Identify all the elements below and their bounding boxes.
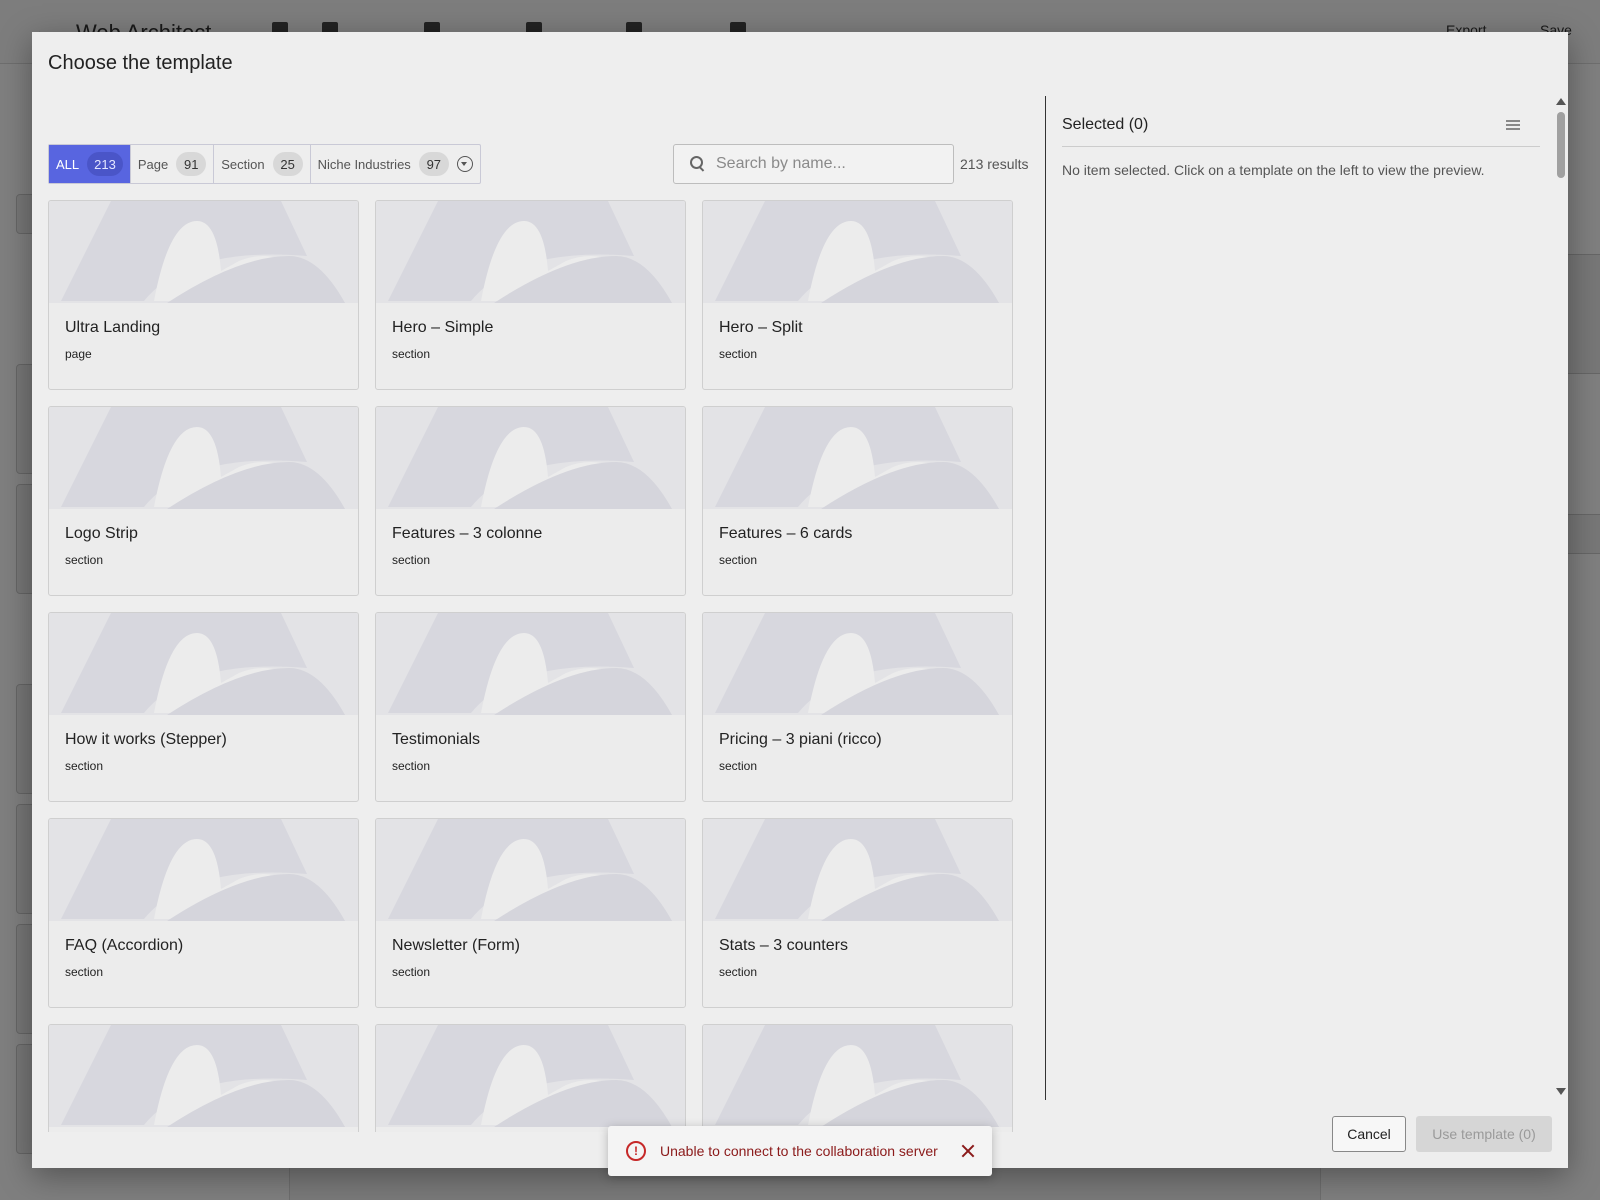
template-name: Hero – Simple [392, 319, 494, 336]
template-placeholder-image [376, 1025, 685, 1127]
template-type: section [65, 965, 104, 979]
template-name: Features – 3 colonne [392, 525, 543, 542]
template-card[interactable]: Hero – Simple section [375, 200, 686, 390]
use-template-button[interactable]: Use template (0) [1416, 1116, 1552, 1152]
template-placeholder-image [703, 819, 1012, 921]
results-count: 213 results [960, 156, 1029, 172]
template-card[interactable]: Logo Strip section [48, 406, 359, 596]
scroll-down-arrow-icon[interactable] [1556, 1088, 1566, 1095]
search-icon [690, 156, 706, 172]
template-placeholder-image [49, 201, 358, 303]
error-toast: ! Unable to connect to the collaboration… [608, 1126, 992, 1176]
template-name: Ultra Landing [65, 319, 161, 336]
template-type: section [392, 553, 431, 567]
filter-tab-niche-industries[interactable]: Niche Industries 97 [311, 145, 480, 183]
filter-count-badge: 25 [272, 152, 303, 176]
template-placeholder-image [703, 1025, 1012, 1127]
template-name: How it works (Stepper) [65, 731, 227, 748]
template-placeholder-image [49, 1025, 358, 1127]
template-card[interactable]: Pricing – 3 piani (ricco) section [702, 612, 1013, 802]
template-card[interactable]: Newsletter (Form) section [375, 818, 686, 1008]
template-placeholder-image [703, 201, 1012, 303]
close-icon[interactable] [958, 1141, 978, 1161]
selected-divider [1062, 146, 1540, 147]
template-card[interactable] [48, 1024, 359, 1132]
template-type: section [65, 553, 104, 567]
template-type: section [65, 759, 104, 773]
cancel-button[interactable]: Cancel [1332, 1116, 1406, 1152]
template-card[interactable]: FAQ (Accordion) section [48, 818, 359, 1008]
template-name: Logo Strip [65, 525, 138, 542]
template-placeholder-image [376, 201, 685, 303]
template-placeholder-image [49, 819, 358, 921]
template-type: section [719, 759, 758, 773]
template-placeholder-image [49, 613, 358, 715]
search-box [673, 144, 954, 184]
scrollbar-thumb[interactable] [1557, 112, 1565, 178]
error-icon: ! [626, 1141, 646, 1161]
filter-count-badge: 213 [87, 152, 123, 176]
template-card[interactable] [375, 1024, 686, 1132]
choose-template-dialog: Choose the template ALL 213 Page 91 Sect… [32, 32, 1568, 1168]
template-type: section [392, 347, 431, 361]
template-type: section [392, 965, 431, 979]
filter-tab-label: Section [221, 156, 265, 172]
scroll-up-arrow-icon[interactable] [1556, 98, 1566, 105]
template-name: Testimonials [392, 731, 481, 748]
template-card[interactable]: Hero – Split section [702, 200, 1013, 390]
template-name: FAQ (Accordion) [65, 937, 184, 954]
list-icon[interactable] [1506, 120, 1520, 132]
template-placeholder-image [376, 819, 685, 921]
filter-tab-label: Page [137, 156, 169, 172]
template-placeholder-image [703, 613, 1012, 715]
filter-tab-label: Niche Industries [317, 156, 411, 172]
template-type: section [392, 759, 431, 773]
filter-count-badge: 91 [176, 152, 207, 176]
template-card[interactable]: Testimonials section [375, 612, 686, 802]
template-card[interactable]: Features – 3 colonne section [375, 406, 686, 596]
filter-tabs: ALL 213 Page 91 Section 25 Niche Industr… [48, 144, 481, 184]
template-name: Features – 6 cards [719, 525, 853, 542]
template-card[interactable]: Stats – 3 counters section [702, 818, 1013, 1008]
template-placeholder-image [376, 407, 685, 509]
panel-divider [1045, 96, 1046, 1100]
template-browser: ALL 213 Page 91 Section 25 Niche Industr… [48, 96, 1048, 1132]
toast-message: Unable to connect to the collaboration s… [660, 1143, 938, 1159]
template-placeholder-image [49, 407, 358, 509]
scrollbar[interactable] [1554, 96, 1568, 1100]
template-type: section [719, 347, 758, 361]
template-name: Stats – 3 counters [719, 937, 848, 954]
selected-title: Selected (0) [1062, 116, 1149, 133]
filter-tab-page[interactable]: Page 91 [131, 145, 215, 183]
template-name: Hero – Split [719, 319, 803, 336]
filter-tab-section[interactable]: Section 25 [214, 145, 311, 183]
dialog-title: Choose the template [48, 52, 233, 74]
search-input[interactable] [716, 155, 936, 173]
template-placeholder-image [703, 407, 1012, 509]
template-name: Pricing – 3 piani (ricco) [719, 731, 882, 748]
template-card[interactable]: How it works (Stepper) section [48, 612, 359, 802]
template-type: page [65, 347, 92, 361]
template-card[interactable]: Features – 6 cards section [702, 406, 1013, 596]
template-placeholder-image [376, 613, 685, 715]
template-card[interactable]: Ultra Landing page [48, 200, 359, 390]
template-type: section [719, 553, 758, 567]
filter-tab-label: ALL [56, 156, 80, 172]
chevron-circle-down-icon[interactable] [456, 156, 473, 172]
template-name: Newsletter (Form) [392, 937, 521, 954]
selected-empty-message: No item selected. Click on a template on… [1062, 162, 1485, 178]
filter-count-badge: 97 [418, 152, 449, 176]
template-type: section [719, 965, 758, 979]
filter-tab-all[interactable]: ALL 213 [49, 145, 131, 183]
template-card[interactable] [702, 1024, 1013, 1132]
template-grid: Ultra Landing page Hero – Simple section Her… [48, 200, 1048, 1132]
